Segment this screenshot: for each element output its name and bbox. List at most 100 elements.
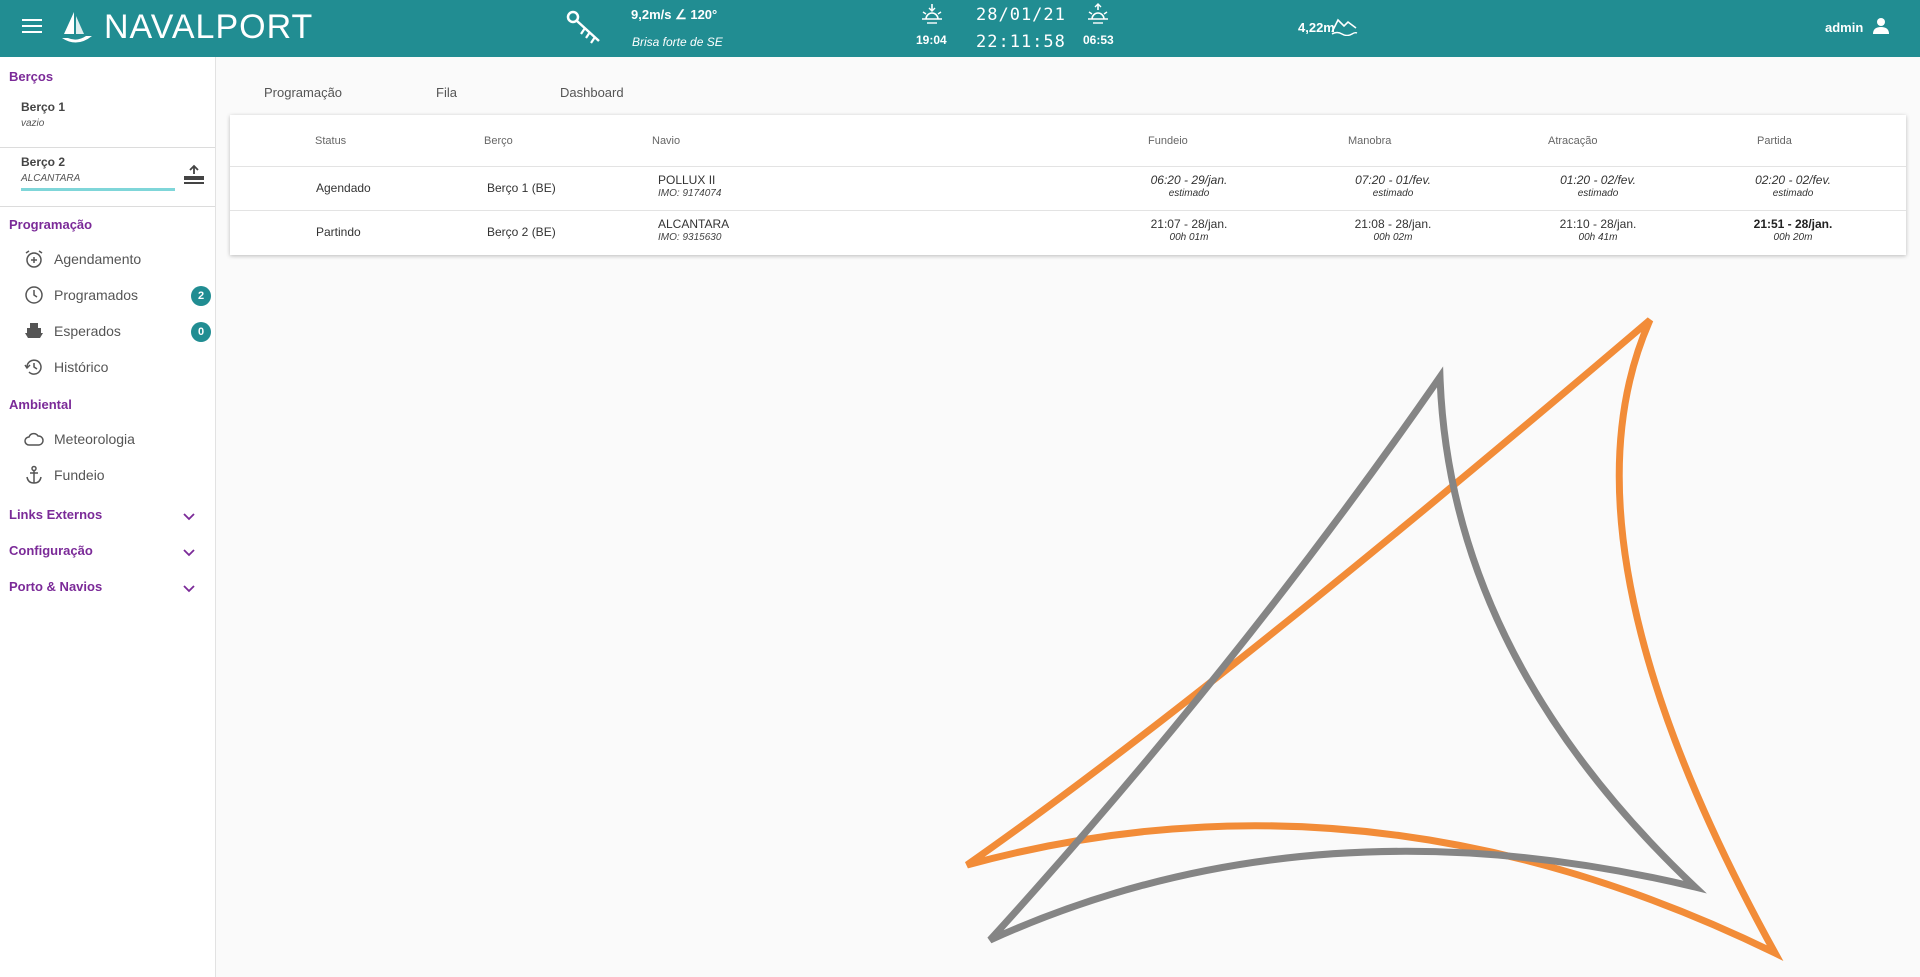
ship-imo: IMO: 9315630	[658, 232, 722, 243]
count-badge: 2	[191, 286, 211, 306]
sunset-time: 19:04	[916, 33, 947, 47]
partida-cell: 21:51 - 28/jan. 00h 20m	[1733, 217, 1853, 243]
table-row[interactable]: Agendado Berço 1 (BE) POLLUX II IMO: 917…	[230, 167, 1906, 211]
watermark-logo-icon	[964, 317, 1784, 962]
nav-item-programados[interactable]: Programados 2	[24, 281, 214, 309]
chevron-down-icon	[183, 585, 195, 593]
nav-item-esperados[interactable]: Esperados 0	[24, 317, 214, 345]
ship-imo: IMO: 9174074	[658, 188, 722, 199]
sunset-icon	[922, 4, 942, 24]
sunrise-time: 06:53	[1083, 33, 1114, 47]
berth-occupancy-bar	[21, 188, 175, 191]
menu-icon[interactable]	[22, 19, 42, 35]
table-row[interactable]: Partindo Berço 2 (BE) ALCANTARA IMO: 931…	[230, 211, 1906, 255]
nav-label: Histórico	[54, 359, 109, 375]
collapsible-configuracao[interactable]: Configuração	[9, 539, 209, 563]
column-header-navio[interactable]: Navio	[652, 135, 680, 147]
status-cell: Agendado	[316, 181, 371, 195]
berth-item-2[interactable]: Berço 2 ALCANTARA	[0, 152, 215, 200]
column-header-fundeio[interactable]: Fundeio	[1148, 135, 1188, 147]
berth-status: vazio	[21, 118, 45, 129]
wind-description: Brisa forte de SE	[632, 35, 723, 49]
column-header-atracacao[interactable]: Atracação	[1548, 135, 1598, 147]
nav-item-fundeio[interactable]: Fundeio	[24, 461, 214, 489]
time-value: 07:20 - 01/fev.	[1355, 173, 1431, 187]
column-header-berco[interactable]: Berço	[484, 135, 513, 147]
nav-label: Esperados	[54, 323, 121, 339]
berth-cell: Berço 1 (BE)	[487, 181, 556, 195]
berth-item-1[interactable]: Berço 1 vazio	[0, 97, 215, 139]
time-value: 21:10 - 28/jan.	[1559, 217, 1637, 231]
cloud-icon	[24, 432, 44, 446]
time-sub: 00h 20m	[1773, 232, 1813, 243]
tab-dashboard[interactable]: Dashboard	[560, 85, 624, 100]
logo-icon	[62, 12, 92, 43]
fundeio-cell: 06:20 - 29/jan. estimado	[1129, 173, 1249, 199]
collapsible-label: Configuração	[9, 543, 93, 558]
atracacao-cell: 01:20 - 02/fev. estimado	[1538, 173, 1658, 199]
current-date: 28/01/21	[976, 5, 1066, 25]
berth-name: Berço 2	[21, 155, 66, 169]
collapsible-label: Links Externos	[9, 507, 103, 522]
time-value: 02:20 - 02/fev.	[1755, 173, 1831, 187]
tab-programacao[interactable]: Programação	[264, 85, 342, 100]
collapsible-links-externos[interactable]: Links Externos	[9, 503, 209, 527]
app-logo-text: NAVALPORT	[104, 8, 314, 46]
nav-item-meteorologia[interactable]: Meteorologia	[24, 425, 214, 453]
divider	[0, 147, 215, 148]
clock-icon	[25, 286, 43, 304]
time-sub: 00h 02m	[1373, 232, 1413, 243]
divider	[0, 206, 215, 207]
berth-name: Berço 1	[21, 100, 66, 114]
time-value: 06:20 - 29/jan.	[1150, 173, 1228, 187]
schedule-table: Status Berço Navio Fundeio Manobra Atrac…	[230, 115, 1906, 255]
current-time: 22:11:58	[976, 32, 1066, 52]
status-cell: Partindo	[316, 225, 361, 239]
time-value: 01:20 - 02/fev.	[1560, 173, 1636, 187]
manobra-cell: 21:08 - 28/jan. 00h 02m	[1333, 217, 1453, 243]
count-badge: 0	[191, 322, 211, 342]
atracacao-cell: 21:10 - 28/jan. 00h 41m	[1538, 217, 1658, 243]
time-sub: 00h 01m	[1169, 232, 1209, 243]
nav-item-agendamento[interactable]: Agendamento	[24, 245, 214, 273]
user-icon[interactable]	[1871, 16, 1891, 36]
app-header: NAVALPORT 9,2m/s ∠ 120° Brisa forte de S…	[0, 0, 1920, 57]
sunrise-icon	[1088, 3, 1108, 24]
alarm-add-icon	[25, 250, 43, 268]
time-sub: estimado	[1372, 188, 1414, 199]
ship-name: ALCANTARA	[658, 217, 730, 231]
column-header-partida[interactable]: Partida	[1757, 135, 1792, 147]
column-header-status[interactable]: Status	[315, 135, 346, 147]
partida-cell: 02:20 - 02/fev. estimado	[1733, 173, 1853, 199]
time-value: 21:51 - 28/jan.	[1753, 217, 1833, 231]
section-title-bercos: Berços	[9, 69, 54, 84]
time-value: 21:07 - 28/jan.	[1150, 217, 1228, 231]
chevron-down-icon	[183, 549, 195, 557]
nav-label: Fundeio	[54, 467, 105, 483]
wind-direction-icon	[566, 10, 600, 44]
section-title-programacao: Programação	[9, 217, 93, 232]
undocking-ship-icon	[184, 164, 204, 184]
user-name[interactable]: admin	[1825, 20, 1863, 35]
tab-fila[interactable]: Fila	[436, 85, 457, 100]
time-sub: estimado	[1168, 188, 1210, 199]
time-sub: estimado	[1772, 188, 1814, 199]
nav-label: Programados	[54, 287, 139, 303]
anchor-icon	[26, 465, 42, 484]
column-header-manobra[interactable]: Manobra	[1348, 135, 1391, 147]
ship-name: POLLUX II	[658, 173, 716, 187]
ship-cell: POLLUX II IMO: 9174074	[658, 173, 721, 199]
ship-cell: ALCANTARA IMO: 9315630	[658, 217, 729, 243]
collapsible-porto-navios[interactable]: Porto & Navios	[9, 575, 209, 599]
section-title-ambiental: Ambiental	[9, 397, 72, 412]
time-sub: 00h 41m	[1578, 232, 1618, 243]
history-icon	[24, 359, 42, 375]
collapsible-label: Porto & Navios	[9, 579, 103, 594]
time-value: 21:08 - 28/jan.	[1354, 217, 1432, 231]
berth-status: ALCANTARA	[21, 173, 81, 184]
ship-icon	[25, 323, 43, 338]
wind-speed: 9,2m/s ∠ 120°	[631, 7, 718, 22]
berth-cell: Berço 2 (BE)	[487, 225, 556, 239]
sidebar: Berços Berço 1 vazio Berço 2 ALCANTARA P…	[0, 57, 216, 977]
nav-item-historico[interactable]: Histórico	[24, 353, 214, 381]
